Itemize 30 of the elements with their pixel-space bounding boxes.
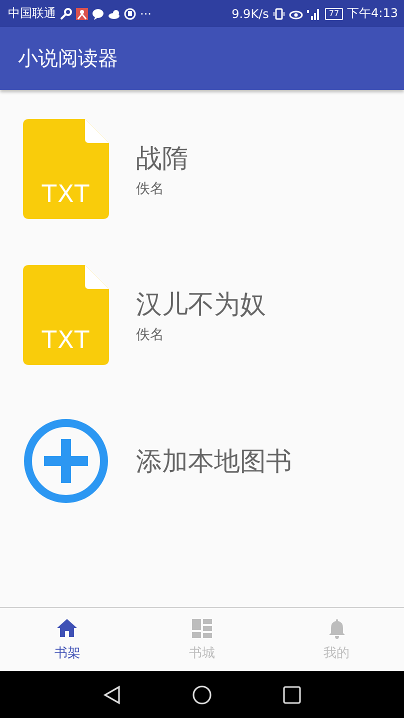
- add-icon: [23, 418, 109, 504]
- file-type-label: TXT: [40, 326, 92, 354]
- clock: 下午4:13: [347, 5, 398, 22]
- file-type-label: TXT: [40, 180, 92, 208]
- book-title: 汉儿不为奴: [136, 288, 266, 322]
- recents-icon[interactable]: [282, 684, 302, 704]
- nav-tab[interactable]: 书架: [0, 608, 135, 671]
- signal-icon: [306, 8, 321, 20]
- network-speed: 9.9K/s: [232, 6, 269, 20]
- book-title: 战隋: [136, 142, 188, 176]
- chat-icon: [92, 8, 104, 20]
- vibrate-icon: [272, 8, 285, 20]
- key-icon: [60, 8, 72, 20]
- app-icon: [76, 8, 88, 20]
- cloud-icon: [108, 8, 120, 20]
- add-book-item[interactable]: 添加本地图书: [0, 410, 404, 512]
- more-indicator: ···: [140, 6, 152, 20]
- book-author: 佚名: [136, 180, 165, 198]
- home-button-icon[interactable]: [192, 684, 212, 704]
- carrier-name: 中国联通: [8, 5, 56, 22]
- book-item[interactable]: TXT 汉儿不为奴 佚名: [0, 264, 404, 366]
- home-icon: [56, 618, 78, 640]
- book-author: 佚名: [136, 326, 165, 344]
- grid-icon: [191, 618, 213, 640]
- battery-level: 77: [324, 8, 344, 20]
- back-icon[interactable]: [102, 684, 122, 704]
- book-item[interactable]: TXT 战隋 佚名: [0, 118, 404, 220]
- add-label: 添加本地图书: [136, 446, 292, 478]
- badge-icon: [124, 8, 136, 20]
- app-title: 小说阅读器: [18, 45, 118, 72]
